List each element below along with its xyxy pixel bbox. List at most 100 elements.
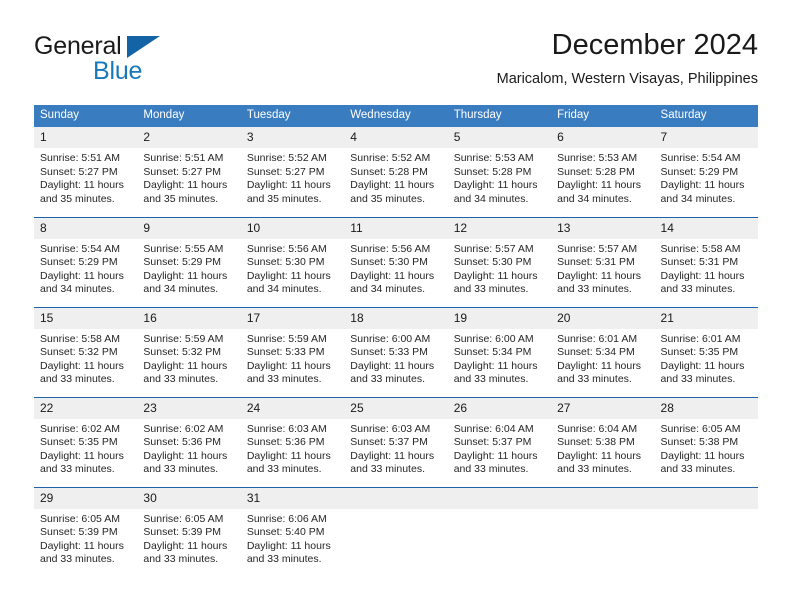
calendar-day-cell[interactable]: 16 Sunrise: 5:59 AM Sunset: 5:32 PM Dayligh… xyxy=(137,306,241,397)
daylight-text: Daylight: 11 hours and 33 minutes. xyxy=(246,359,331,386)
sunrise-text: Sunrise: 6:03 AM xyxy=(246,422,327,435)
calendar-day-cell[interactable]: 30 Sunrise: 6:05 AM Sunset: 5:39 PM Dayligh… xyxy=(137,486,241,577)
day-number: 6 xyxy=(551,127,655,148)
page-header: General Blue December 2024 Maricalom, We… xyxy=(34,28,758,98)
calendar-cell-empty xyxy=(551,486,655,577)
sunset-text: Sunset: 5:34 PM xyxy=(453,346,532,359)
brand-name-general: General xyxy=(34,32,122,60)
calendar-day-cell[interactable]: 25 Sunrise: 6:03 AM Sunset: 5:37 PM Dayligh… xyxy=(344,396,448,487)
triangle-logo-icon xyxy=(127,36,160,58)
calendar-day-cell[interactable]: 15 Sunrise: 5:58 AM Sunset: 5:32 PM Dayligh… xyxy=(34,306,138,397)
calendar-day-cell[interactable]: 4 Sunrise: 5:52 AM Sunset: 5:28 PM Daylight… xyxy=(344,127,448,217)
daylight-text: Daylight: 11 hours and 33 minutes. xyxy=(557,269,641,296)
sunrise-text: Sunrise: 5:53 AM xyxy=(453,152,534,164)
day-number: 15 xyxy=(34,307,138,329)
calendar-day-cell[interactable]: 13 Sunrise: 5:57 AM Sunset: 5:31 PM Dayligh… xyxy=(551,216,655,307)
daylight-text: Daylight: 11 hours and 33 minutes. xyxy=(557,359,641,386)
day-number: 20 xyxy=(551,307,655,329)
day-details: Sunrise: 6:00 AM Sunset: 5:34 PM Daylight:… xyxy=(448,329,551,387)
day-details: Sunrise: 6:05 AM Sunset: 5:39 PM Daylight:… xyxy=(34,509,137,567)
day-number: 17 xyxy=(240,307,345,329)
calendar-day-cell[interactable]: 22 Sunrise: 6:02 AM Sunset: 5:35 PM Dayligh… xyxy=(34,396,138,487)
daylight-text: Daylight: 11 hours and 33 minutes. xyxy=(40,539,124,566)
sunrise-text: Sunrise: 6:04 AM xyxy=(453,422,534,435)
sunrise-text: Sunrise: 5:51 AM xyxy=(40,152,120,164)
brand-logo[interactable]: General Blue xyxy=(34,32,184,88)
day-number: 1 xyxy=(34,127,138,148)
calendar-day-cell[interactable]: 18 Sunrise: 6:00 AM Sunset: 5:33 PM Dayligh… xyxy=(344,306,448,397)
calendar-day-cell[interactable]: 3 Sunrise: 5:52 AM Sunset: 5:27 PM Daylight… xyxy=(240,127,345,217)
calendar-day-cell[interactable]: 8 Sunrise: 5:54 AM Sunset: 5:29 PM Daylight… xyxy=(34,216,138,307)
sunset-text: Sunset: 5:31 PM xyxy=(557,256,635,269)
calendar-day-cell[interactable]: 31 Sunrise: 6:06 AM Sunset: 5:40 PM Dayligh… xyxy=(240,486,345,577)
sunset-text: Sunset: 5:29 PM xyxy=(40,256,118,269)
day-number: 13 xyxy=(551,217,655,239)
sunrise-text: Sunrise: 6:06 AM xyxy=(246,512,327,525)
calendar-week-row: 8 Sunrise: 5:54 AM Sunset: 5:29 PM Daylight… xyxy=(34,216,758,307)
calendar-day-cell[interactable]: 23 Sunrise: 6:02 AM Sunset: 5:36 PM Dayligh… xyxy=(137,396,241,487)
day-details: Sunrise: 5:58 AM Sunset: 5:31 PM Daylight:… xyxy=(655,239,758,297)
day-number: 25 xyxy=(344,397,448,419)
day-number: 21 xyxy=(654,307,758,329)
calendar-day-cell[interactable]: 27 Sunrise: 6:04 AM Sunset: 5:38 PM Dayligh… xyxy=(551,396,655,487)
day-details: Sunrise: 5:59 AM Sunset: 5:32 PM Daylight:… xyxy=(137,329,240,387)
calendar-day-cell[interactable]: 26 Sunrise: 6:04 AM Sunset: 5:37 PM Dayligh… xyxy=(447,396,552,487)
calendar-day-cell[interactable]: 11 Sunrise: 5:56 AM Sunset: 5:30 PM Dayligh… xyxy=(344,216,448,307)
calendar-day-cell[interactable]: 10 Sunrise: 5:56 AM Sunset: 5:30 PM Dayligh… xyxy=(240,216,345,307)
weekday-header-tuesday: Tuesday xyxy=(240,105,345,127)
calendar-day-cell[interactable]: 1 Sunrise: 5:51 AM Sunset: 5:27 PM Daylight… xyxy=(34,127,138,217)
calendar-day-cell[interactable]: 29 Sunrise: 6:05 AM Sunset: 5:39 PM Dayligh… xyxy=(34,486,138,577)
day-number: 29 xyxy=(34,487,138,509)
day-details: Sunrise: 6:04 AM Sunset: 5:37 PM Daylight:… xyxy=(448,419,551,477)
day-number: 4 xyxy=(344,127,448,148)
day-details: Sunrise: 6:02 AM Sunset: 5:36 PM Daylight:… xyxy=(137,419,240,477)
daylight-text: Daylight: 11 hours and 34 minutes. xyxy=(350,269,435,296)
calendar-day-cell[interactable]: 24 Sunrise: 6:03 AM Sunset: 5:36 PM Dayligh… xyxy=(240,396,345,487)
day-details: Sunrise: 6:03 AM Sunset: 5:37 PM Daylight:… xyxy=(344,419,447,477)
calendar-cell-empty xyxy=(344,486,448,577)
calendar-day-cell[interactable]: 9 Sunrise: 5:55 AM Sunset: 5:29 PM Daylight… xyxy=(137,216,241,307)
sunrise-text: Sunrise: 5:57 AM xyxy=(453,242,534,255)
day-number: 10 xyxy=(240,217,345,239)
title-block: December 2024 Maricalom, Western Visayas… xyxy=(497,28,758,89)
calendar-day-cell[interactable]: 6 Sunrise: 5:53 AM Sunset: 5:28 PM Daylight… xyxy=(551,127,655,217)
day-details: Sunrise: 5:51 AM Sunset: 5:27 PM Daylight:… xyxy=(137,148,240,206)
calendar-week-row: 15 Sunrise: 5:58 AM Sunset: 5:32 PM Dayligh… xyxy=(34,306,758,397)
sunset-text: Sunset: 5:37 PM xyxy=(350,436,428,449)
daylight-text: Daylight: 11 hours and 34 minutes. xyxy=(40,269,124,296)
calendar-day-cell[interactable]: 19 Sunrise: 6:00 AM Sunset: 5:34 PM Dayligh… xyxy=(447,306,552,397)
day-number: 7 xyxy=(654,127,758,148)
calendar-day-cell[interactable]: 20 Sunrise: 6:01 AM Sunset: 5:34 PM Dayligh… xyxy=(551,306,655,397)
day-number: 22 xyxy=(34,397,138,419)
sunset-text: Sunset: 5:36 PM xyxy=(246,436,325,449)
sunset-text: Sunset: 5:27 PM xyxy=(246,165,325,178)
calendar-day-cell[interactable]: 28 Sunrise: 6:05 AM Sunset: 5:38 PM Dayligh… xyxy=(654,396,758,487)
day-number: 11 xyxy=(344,217,448,239)
sunrise-text: Sunrise: 5:57 AM xyxy=(557,242,638,255)
calendar-day-cell[interactable]: 2 Sunrise: 5:51 AM Sunset: 5:27 PM Daylight… xyxy=(137,127,241,217)
sunset-text: Sunset: 5:29 PM xyxy=(660,165,739,178)
sunrise-text: Sunrise: 5:59 AM xyxy=(246,332,327,345)
day-details: Sunrise: 6:04 AM Sunset: 5:38 PM Daylight:… xyxy=(551,419,654,477)
day-details: Sunrise: 5:53 AM Sunset: 5:28 PM Daylight:… xyxy=(448,148,551,206)
day-number: 31 xyxy=(240,487,345,509)
calendar-day-cell[interactable]: 5 Sunrise: 5:53 AM Sunset: 5:28 PM Daylight… xyxy=(447,127,552,217)
calendar-day-cell[interactable]: 12 Sunrise: 5:57 AM Sunset: 5:30 PM Dayligh… xyxy=(447,216,552,307)
sunset-text: Sunset: 5:28 PM xyxy=(557,165,635,178)
calendar-day-cell[interactable]: 14 Sunrise: 5:58 AM Sunset: 5:31 PM Dayligh… xyxy=(654,216,758,307)
daylight-text: Daylight: 11 hours and 33 minutes. xyxy=(453,359,538,386)
sunrise-text: Sunrise: 5:56 AM xyxy=(246,242,327,255)
day-details: Sunrise: 6:01 AM Sunset: 5:34 PM Daylight:… xyxy=(551,329,654,387)
calendar-day-cell[interactable]: 7 Sunrise: 5:54 AM Sunset: 5:29 PM Daylight… xyxy=(654,127,758,217)
calendar-day-cell[interactable]: 17 Sunrise: 5:59 AM Sunset: 5:33 PM Dayligh… xyxy=(240,306,345,397)
day-details: Sunrise: 5:56 AM Sunset: 5:30 PM Daylight:… xyxy=(241,239,344,297)
day-details: Sunrise: 5:54 AM Sunset: 5:29 PM Daylight:… xyxy=(655,148,758,206)
brand-name-blue: Blue xyxy=(93,57,143,85)
day-number xyxy=(654,487,758,509)
sunrise-text: Sunrise: 6:03 AM xyxy=(350,422,431,435)
calendar-day-cell[interactable]: 21 Sunrise: 6:01 AM Sunset: 5:35 PM Dayligh… xyxy=(654,306,758,397)
sunrise-text: Sunrise: 6:02 AM xyxy=(143,422,224,435)
calendar-week-row: 22 Sunrise: 6:02 AM Sunset: 5:35 PM Dayligh… xyxy=(34,396,758,487)
daylight-text: Daylight: 11 hours and 33 minutes. xyxy=(143,539,228,566)
daylight-text: Daylight: 11 hours and 33 minutes. xyxy=(143,449,228,476)
